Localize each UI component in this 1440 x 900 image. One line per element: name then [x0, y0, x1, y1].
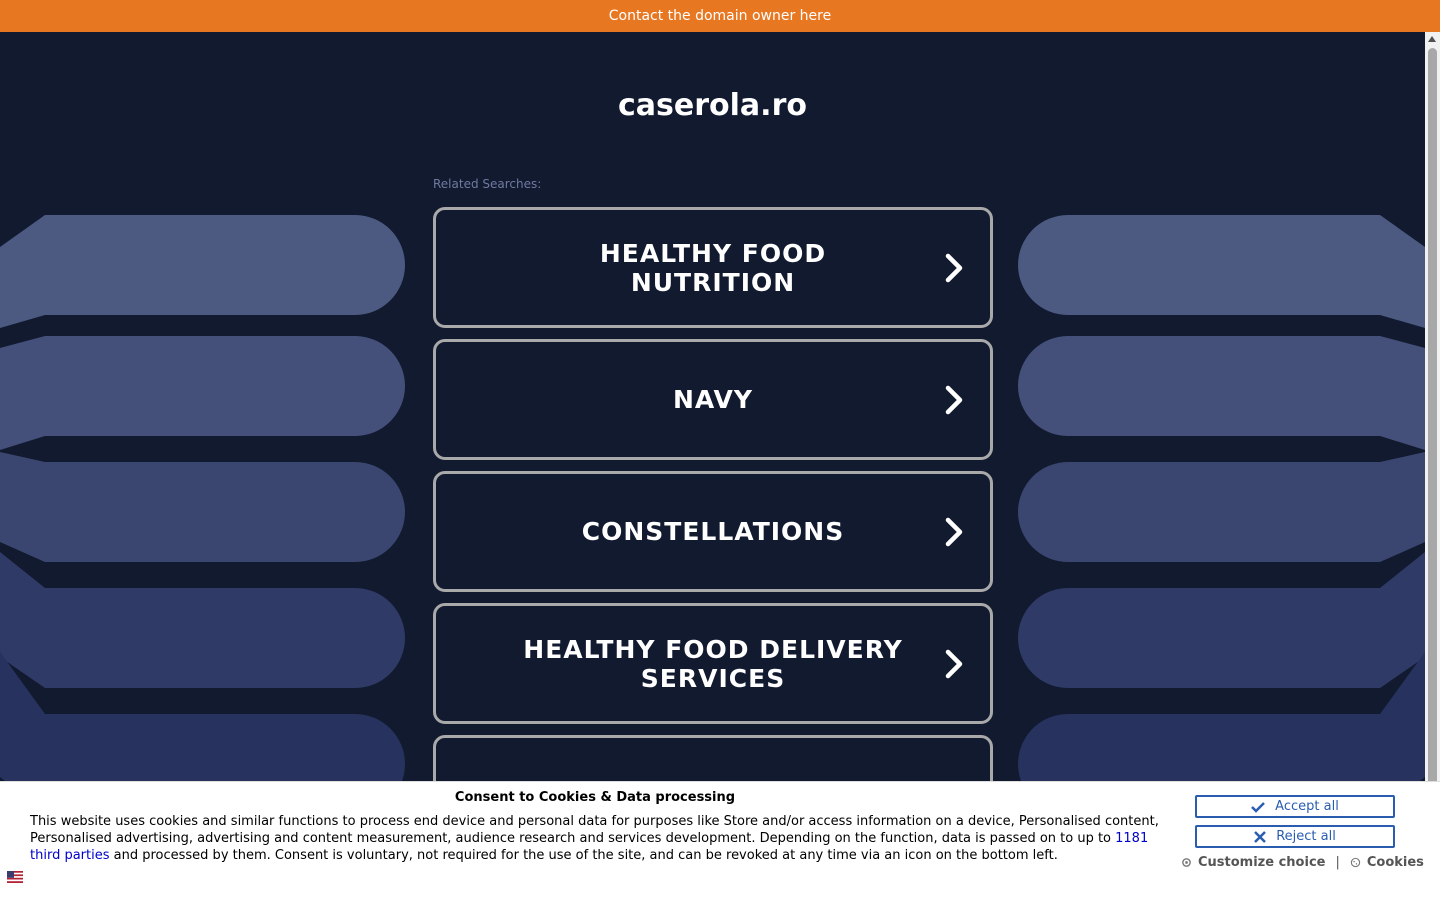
deco-left-4	[0, 552, 405, 688]
related-search-link[interactable]: CONSTELLATIONS	[433, 471, 993, 592]
related-search-label: HEALTHY FOOD DELIVERY SERVICES	[523, 634, 903, 693]
check-icon	[1251, 801, 1266, 813]
related-search-link[interactable]: HEALTHY FOOD NUTRITION	[433, 207, 993, 328]
consent-title: Consent to Cookies & Data processing	[454, 790, 736, 805]
contact-owner-link[interactable]: Contact the domain owner here	[0, 0, 1440, 32]
reject-all-button[interactable]: Reject all	[1195, 825, 1395, 848]
related-searches-label: Related Searches:	[433, 177, 542, 191]
deco-right-2	[1018, 336, 1425, 450]
related-search-label: NAVY	[672, 385, 754, 414]
chevron-right-icon	[945, 385, 963, 414]
consent-text: This website uses cookies and similar fu…	[30, 813, 1165, 864]
related-search-link[interactable]: NAVY	[433, 339, 993, 460]
consent-links: Customize choice | Cookies	[1181, 855, 1424, 870]
links-separator: |	[1335, 855, 1340, 870]
flag-icon[interactable]	[7, 871, 23, 883]
cookie-icon	[1350, 857, 1361, 868]
cookies-link[interactable]: Cookies	[1367, 855, 1424, 870]
deco-left-3	[0, 452, 405, 562]
deco-right-1	[1018, 215, 1425, 328]
deco-right-4	[1018, 552, 1425, 688]
deco-left-2	[0, 336, 405, 450]
chevron-right-icon	[945, 649, 963, 678]
x-icon	[1254, 830, 1267, 843]
deco-right-3	[1018, 452, 1425, 562]
cookie-consent-banner: Consent to Cookies & Data processing Thi…	[0, 781, 1440, 900]
related-search-label: CONSTELLATIONS	[581, 517, 845, 546]
consent-text-part: and processed by them. Consent is volunt…	[109, 848, 1058, 863]
reject-all-label: Reject all	[1276, 829, 1336, 844]
chevron-right-icon	[945, 253, 963, 282]
consent-text-part: This website uses cookies and similar fu…	[30, 814, 1159, 846]
scrollbar-thumb[interactable]	[1428, 48, 1437, 888]
chevron-right-icon	[945, 517, 963, 546]
scroll-up-icon[interactable]	[1428, 36, 1436, 42]
domain-title: caserola.ro	[618, 88, 807, 123]
related-search-label: HEALTHY FOOD NUTRITION	[599, 238, 827, 297]
related-search-link[interactable]: HEALTHY FOOD DELIVERY SERVICES	[433, 603, 993, 724]
gear-icon	[1182, 858, 1191, 867]
customize-choice-link[interactable]: Customize choice	[1198, 855, 1325, 870]
deco-left-1	[0, 215, 405, 328]
accept-all-label: Accept all	[1275, 799, 1339, 814]
parked-page: caserola.ro Related Searches: HEALTHY FO…	[0, 32, 1425, 900]
accept-all-button[interactable]: Accept all	[1195, 795, 1395, 818]
scrollbar[interactable]	[1425, 32, 1440, 900]
